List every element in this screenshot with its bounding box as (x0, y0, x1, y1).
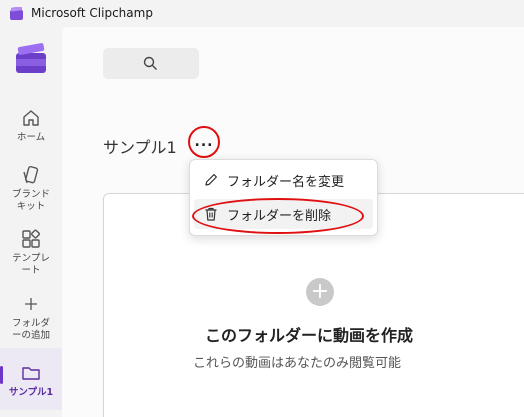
clipchamp-logo[interactable] (15, 43, 47, 75)
template-icon (22, 229, 41, 248)
clipchamp-app-icon (10, 7, 23, 20)
sidebar-item-label: ホーム (16, 132, 46, 143)
empty-state-title: このフォルダーに動画を作成 (205, 326, 414, 345)
folder-context-menu: フォルダー名を変更 フォルダーを削除 (189, 159, 378, 236)
sidebar-item-label: フォルダ ーの追加 (11, 318, 50, 341)
sidebar: ホーム ブランド キット テンプレ ート フォルダ ーの追加 サンプル1 (0, 27, 62, 417)
menu-item-label: フォルダー名を変更 (227, 174, 345, 190)
pencil-icon (205, 174, 217, 186)
add-folder-icon (25, 298, 37, 310)
sidebar-item-home[interactable]: ホーム (0, 107, 62, 144)
plus-icon[interactable]: + (306, 278, 334, 306)
trash-icon (205, 207, 217, 221)
menu-item-label: フォルダーを削除 (227, 208, 332, 224)
rename-folder-menu-item[interactable]: フォルダー名を変更 (194, 165, 373, 195)
sidebar-item-templates[interactable]: テンプレ ート (0, 228, 62, 277)
more-options-button[interactable]: ... (188, 126, 220, 158)
delete-folder-menu-item[interactable]: フォルダーを削除 (194, 199, 373, 229)
folder-icon (22, 367, 40, 380)
sidebar-item-label: ブランド キット (11, 189, 50, 212)
empty-state-subtitle: これらの動画はあなたのみ閲覧可能 (193, 356, 402, 371)
sidebar-item-sample1[interactable]: サンプル1 (0, 348, 62, 410)
sidebar-item-brand-kit[interactable]: ブランド キット (0, 164, 62, 213)
window-title: Microsoft Clipchamp (31, 6, 153, 20)
search-button[interactable] (103, 48, 199, 79)
brand-kit-icon (23, 165, 39, 184)
sidebar-item-add-folder[interactable]: フォルダ ーの追加 (0, 293, 62, 342)
sidebar-item-label: サンプル1 (8, 387, 54, 398)
title-bar: Microsoft Clipchamp (0, 0, 524, 27)
sidebar-item-label: テンプレ ート (12, 253, 50, 276)
folder-title: サンプル1 (103, 138, 177, 157)
search-icon (143, 56, 157, 70)
home-icon (23, 110, 39, 126)
